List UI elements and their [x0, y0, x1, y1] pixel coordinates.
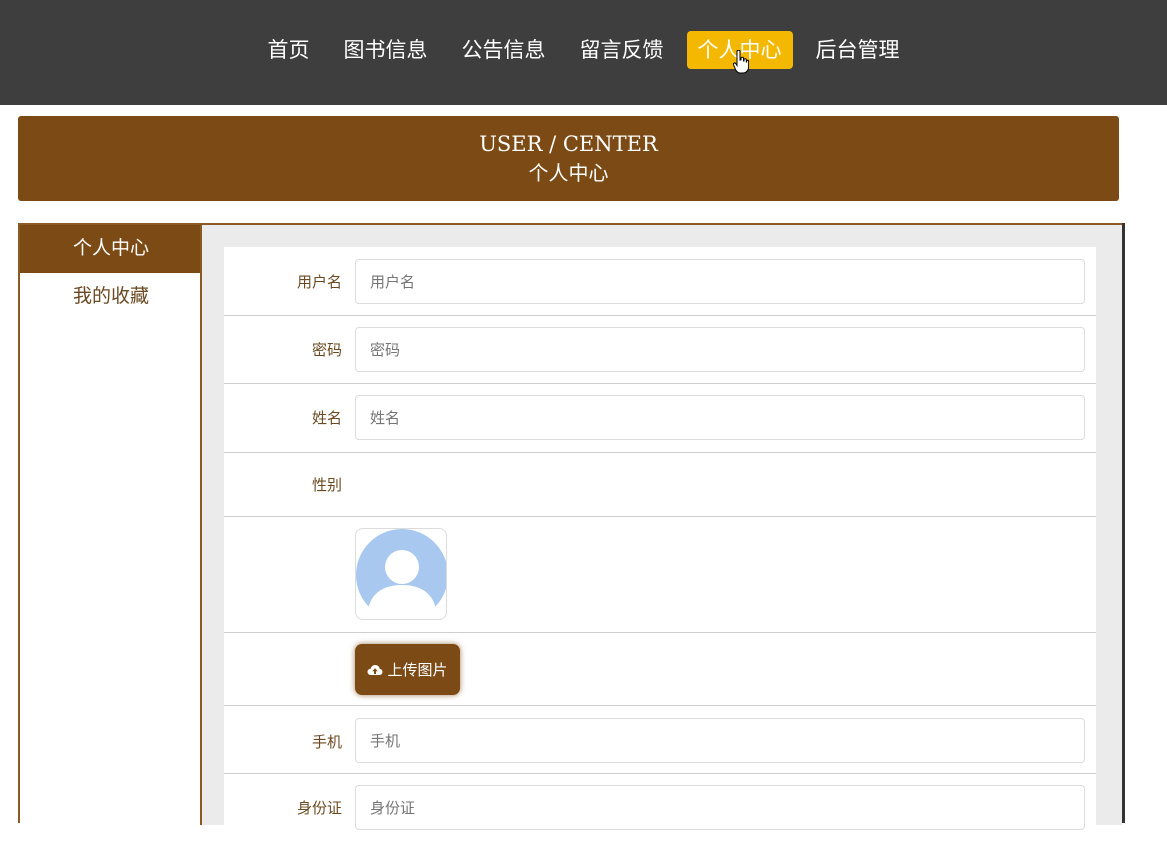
cloud-upload-icon [367, 664, 383, 675]
page-banner: USER / CENTER 个人中心 [18, 116, 1119, 201]
top-navbar: 首页 图书信息 公告信息 留言反馈 个人中心 后台管理 [0, 0, 1167, 105]
username-input[interactable] [355, 259, 1085, 304]
password-label: 密码 [311, 341, 342, 359]
upload-button-label: 上传图片 [387, 661, 448, 679]
nav-announcements[interactable]: 公告信息 [451, 31, 557, 69]
banner-title-cn: 个人中心 [528, 161, 609, 185]
avatar-preview [355, 528, 447, 620]
username-label: 用户名 [296, 273, 342, 291]
form-row-idcard: 身份证 [224, 774, 1096, 843]
form-row-password: 密码 [224, 316, 1096, 384]
idcard-input[interactable] [355, 785, 1085, 830]
phone-input[interactable] [355, 718, 1085, 763]
sidebar: 个人中心 我的收藏 [20, 225, 202, 825]
form-row-gender: 性别 [224, 453, 1096, 517]
name-label: 姓名 [311, 409, 342, 427]
nav-feedback[interactable]: 留言反馈 [569, 31, 675, 69]
nav-admin[interactable]: 后台管理 [805, 31, 911, 69]
nav-book-info[interactable]: 图书信息 [333, 31, 439, 69]
main-area: 用户名 密码 姓名 性别 [202, 225, 1122, 830]
form-row-avatar [224, 517, 1096, 633]
idcard-label: 身份证 [296, 799, 342, 817]
upload-image-button[interactable]: 上传图片 [355, 644, 460, 695]
user-avatar-placeholder-icon [356, 529, 446, 619]
banner-title-en: USER / CENTER [479, 132, 658, 156]
profile-form: 用户名 密码 姓名 性别 [224, 247, 1096, 830]
form-row-username: 用户名 [224, 247, 1096, 316]
form-row-phone: 手机 [224, 706, 1096, 774]
form-row-name: 姓名 [224, 384, 1096, 453]
nav-home[interactable]: 首页 [257, 31, 321, 69]
sidebar-item-user-center[interactable]: 个人中心 [20, 225, 202, 273]
password-input[interactable] [355, 327, 1085, 372]
gender-label: 性别 [311, 476, 342, 494]
sidebar-item-favorites[interactable]: 我的收藏 [20, 273, 202, 321]
main-nav: 首页 图书信息 公告信息 留言反馈 个人中心 后台管理 [0, 31, 1167, 69]
phone-label: 手机 [311, 733, 342, 751]
content-panel: 个人中心 我的收藏 用户名 密码 姓名 性别 [18, 223, 1122, 830]
name-input[interactable] [355, 395, 1085, 440]
form-row-upload: 上传图片 [224, 633, 1096, 706]
hand-cursor-icon [733, 50, 749, 74]
